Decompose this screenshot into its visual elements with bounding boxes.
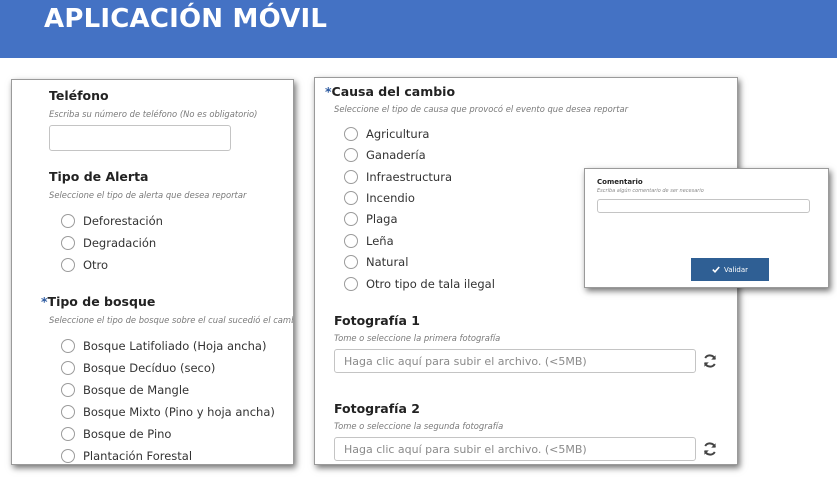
radio-option[interactable]: Otro tipo de tala ilegal	[344, 276, 495, 292]
radio-button[interactable]	[344, 127, 358, 141]
validate-button[interactable]: Validar	[691, 258, 769, 281]
photo2-title: Fotografía 2	[334, 401, 420, 416]
forest-type-hint: Seleccione el tipo de bosque sobre el cu…	[49, 315, 294, 325]
radio-option[interactable]: Bosque Latifoliado (Hoja ancha)	[61, 338, 266, 354]
radio-button[interactable]	[61, 236, 75, 250]
radio-option-label: Bosque Mixto (Pino y hoja ancha)	[83, 405, 275, 419]
phone-hint: Escriba su número de teléfono (No es obl…	[49, 109, 258, 119]
photo1-upload-field[interactable]: Haga clic aquí para subir el archivo. (<…	[334, 349, 696, 373]
radio-option-label: Incendio	[366, 191, 415, 205]
forest-type-title: *Tipo de bosque	[41, 294, 156, 309]
radio-option[interactable]: Otro	[61, 257, 108, 273]
refresh-icon[interactable]	[702, 353, 718, 369]
validate-button-label: Validar	[723, 265, 749, 274]
check-icon	[712, 266, 720, 273]
cause-hint: Seleccione el tipo de causa que provocó …	[334, 104, 629, 114]
radio-option[interactable]: Bosque Decíduo (seco)	[61, 360, 215, 376]
alert-type-title: Tipo de Alerta	[49, 169, 149, 184]
radio-option[interactable]: Plantación Forestal	[61, 448, 192, 464]
radio-button[interactable]	[344, 212, 358, 226]
radio-option[interactable]: Bosque Mixto (Pino y hoja ancha)	[61, 404, 275, 420]
radio-button[interactable]	[61, 383, 75, 397]
alert-type-hint: Seleccione el tipo de alerta que desea r…	[49, 190, 247, 200]
photo2-hint: Tome o seleccione la segunda fotografía	[334, 421, 504, 431]
radio-option[interactable]: Plaga	[344, 211, 398, 227]
radio-button[interactable]	[61, 339, 75, 353]
radio-option-label: Bosque Decíduo (seco)	[83, 361, 216, 375]
photo2-upload-field[interactable]: Haga clic aquí para subir el archivo. (<…	[334, 437, 696, 461]
radio-option[interactable]: Bosque de Pino	[61, 426, 171, 442]
upload-placeholder: Haga clic aquí para subir el archivo. (<…	[344, 354, 587, 368]
radio-option-label: Bosque Latifoliado (Hoja ancha)	[83, 339, 267, 353]
radio-option-label: Deforestación	[83, 214, 163, 228]
radio-option[interactable]: Ganadería	[344, 147, 426, 163]
radio-button[interactable]	[344, 255, 358, 269]
refresh-icon[interactable]	[702, 441, 718, 457]
radio-option-label: Agricultura	[366, 127, 430, 141]
radio-option[interactable]: Agricultura	[344, 126, 429, 142]
radio-option-label: Natural	[366, 255, 409, 269]
form-panel-left: Teléfono Escriba su número de teléfono (…	[11, 79, 294, 465]
radio-button[interactable]	[344, 277, 358, 291]
radio-button[interactable]	[344, 234, 358, 248]
radio-option[interactable]: Deforestación	[61, 213, 163, 229]
radio-button[interactable]	[344, 170, 358, 184]
upload-placeholder: Haga clic aquí para subir el archivo. (<…	[344, 442, 587, 456]
cause-title: *Causa del cambio	[325, 84, 456, 99]
radio-option-label: Plaga	[366, 212, 398, 226]
radio-option[interactable]: Degradación	[61, 235, 156, 251]
radio-option-label: Infraestructura	[366, 170, 452, 184]
phone-input[interactable]	[49, 125, 231, 151]
comment-title: Comentario	[597, 178, 643, 186]
phone-title: Teléfono	[49, 88, 109, 103]
page-title: APLICACIÓN MÓVIL	[44, 4, 328, 34]
radio-button[interactable]	[61, 405, 75, 419]
radio-option-label: Degradación	[83, 236, 157, 250]
banner: APLICACIÓN MÓVIL	[0, 0, 837, 58]
radio-option[interactable]: Natural	[344, 254, 408, 270]
radio-button[interactable]	[344, 148, 358, 162]
radio-option-label: Ganadería	[366, 148, 426, 162]
comment-panel: Comentario Escriba algún comentario de s…	[584, 168, 829, 288]
radio-option-label: Leña	[366, 234, 394, 248]
radio-button[interactable]	[61, 427, 75, 441]
radio-option-label: Otro tipo de tala ilegal	[366, 277, 495, 291]
photo1-hint: Tome o seleccione la primera fotografía	[334, 333, 501, 343]
radio-button[interactable]	[61, 449, 75, 463]
radio-option[interactable]: Infraestructura	[344, 169, 452, 185]
photo1-title: Fotografía 1	[334, 313, 420, 328]
radio-option-label: Plantación Forestal	[83, 449, 193, 463]
radio-option-label: Bosque de Pino	[83, 427, 172, 441]
radio-option-label: Bosque de Mangle	[83, 383, 190, 397]
comment-input[interactable]	[597, 199, 810, 213]
radio-option[interactable]: Incendio	[344, 190, 415, 206]
radio-option-label: Otro	[83, 258, 109, 272]
radio-option[interactable]: Bosque de Mangle	[61, 382, 189, 398]
radio-button[interactable]	[344, 191, 358, 205]
radio-option[interactable]: Leña	[344, 233, 394, 249]
comment-hint: Escriba algún comentario de ser necesari…	[597, 188, 704, 194]
radio-button[interactable]	[61, 361, 75, 375]
radio-button[interactable]	[61, 258, 75, 272]
radio-button[interactable]	[61, 214, 75, 228]
